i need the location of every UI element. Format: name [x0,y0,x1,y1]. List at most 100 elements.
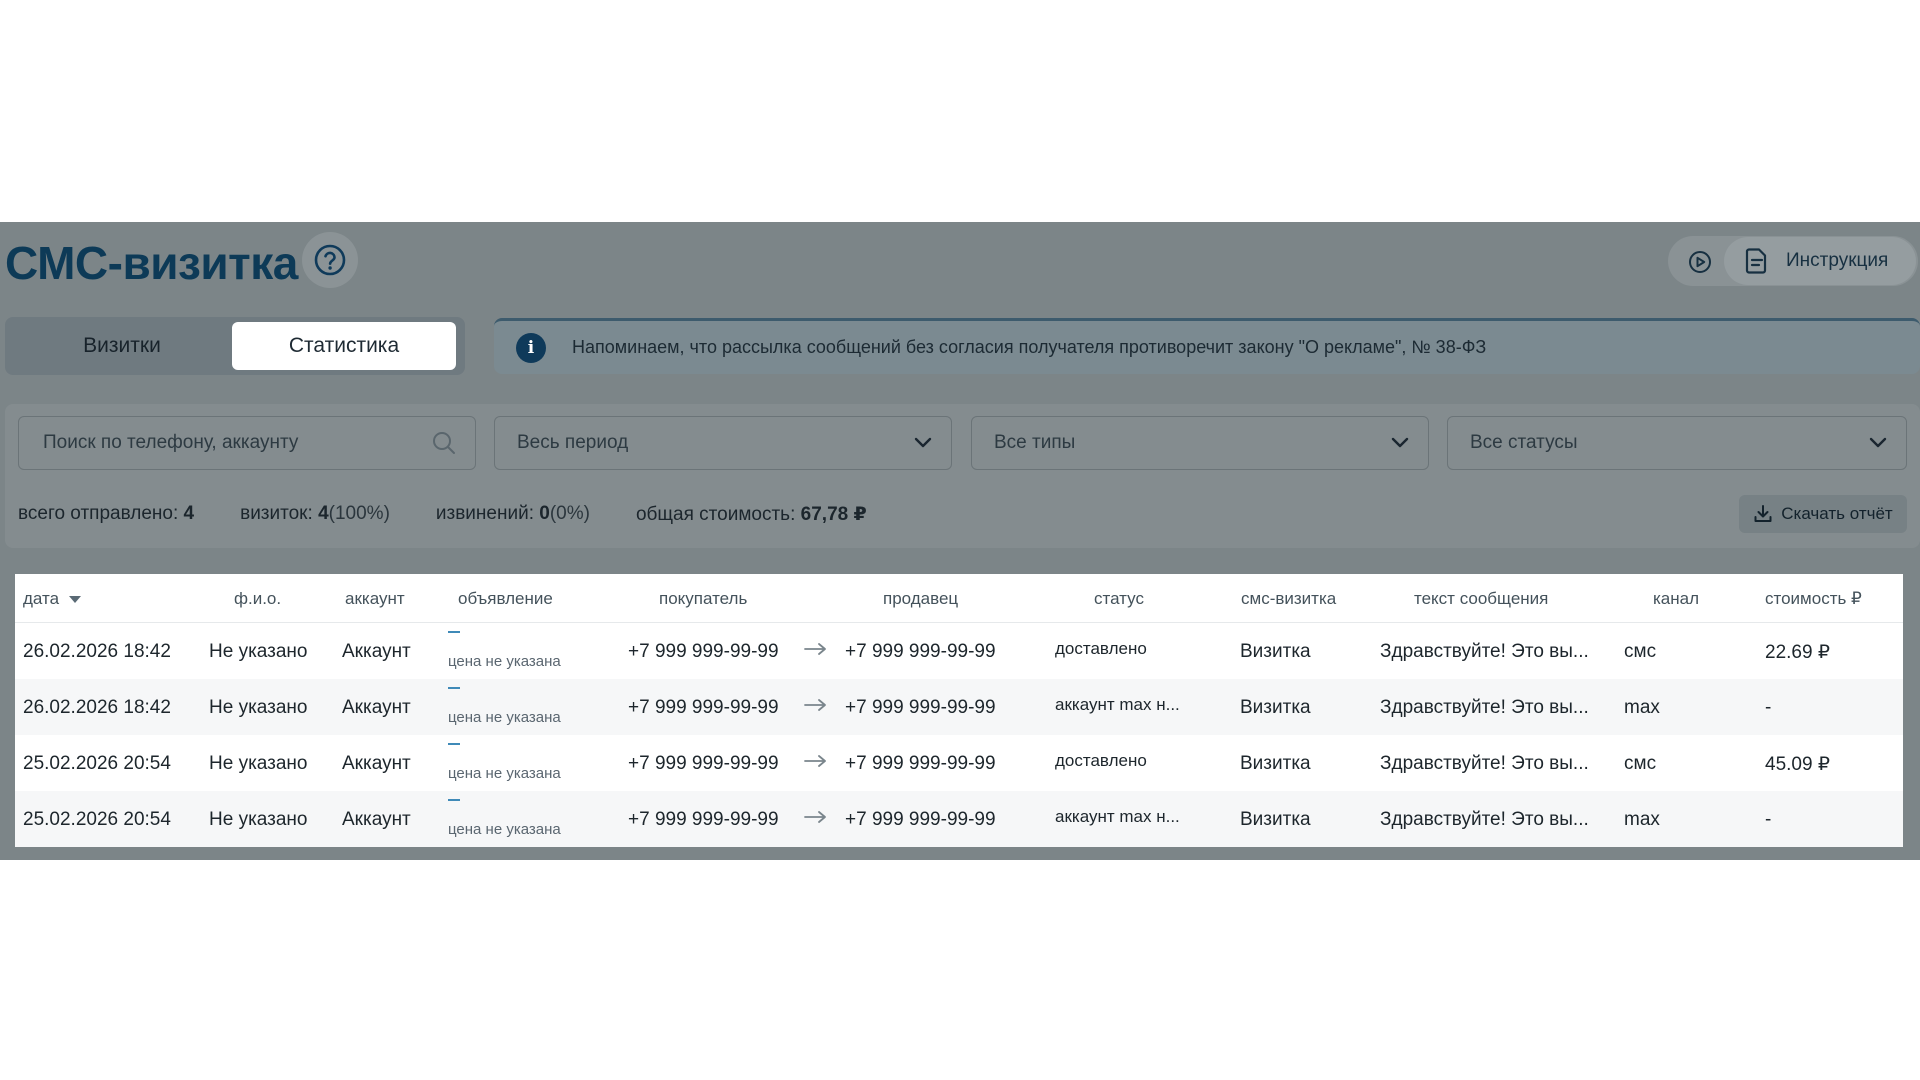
arrow-right-icon [804,643,826,655]
cell-status: аккаунт max н... [1055,695,1180,714]
column-header-name: ф.и.о. [234,589,282,608]
cell-name: Не указано [209,697,308,718]
column-header-ad: объявление [458,589,553,608]
period-value: Весь период [517,432,629,453]
cell-buyer: +7 999 999-99-99 [628,809,779,830]
column-header-buyer: покупатель [659,589,748,608]
cell-cost: 22.69 ₽ [1765,642,1830,663]
table-row[interactable]: 25.02.2026 20:54 Не указано Аккаунт цена… [15,735,1903,791]
help-button[interactable] [302,232,358,288]
cell-account: Аккаунт [342,641,411,662]
search-icon [433,432,455,454]
stats-summary: всего отправлено: 4 визиток: 4(100%) изв… [18,503,913,526]
table-header: дата ф.и.о. аккаунт объявление покупател… [15,574,1903,623]
cell-text: Здравствуйте! Это вы... [1380,809,1589,830]
cell-buyer: +7 999 999-99-99 [628,753,779,774]
cell-name: Не указано [209,809,308,830]
stat-apologies: извинений: 0(0%) [436,503,590,526]
chevron-down-icon [1391,437,1409,448]
stat-cost-value: 67,78 ₽ [800,504,867,525]
cell-channel: max [1624,809,1660,830]
ad-title-dash[interactable] [448,687,460,689]
stat-sent-label: всего отправлено: [18,503,179,524]
document-icon [1745,248,1767,274]
table-row[interactable]: 25.02.2026 20:54 Не указано Аккаунт цена… [15,791,1903,847]
cell-text: Здравствуйте! Это вы... [1380,753,1589,774]
chevron-down-icon [1869,437,1887,448]
table-row[interactable]: 26.02.2026 18:42 Не указано Аккаунт цена… [15,623,1903,679]
cell-account: Аккаунт [342,809,411,830]
cell-cost: - [1765,809,1772,830]
column-header-cost: стоимость ₽ [1765,589,1862,608]
column-header-text: текст сообщения [1414,589,1549,608]
cell-seller: +7 999 999-99-99 [845,697,996,718]
arrow-right-icon [804,755,826,767]
cell-seller: +7 999 999-99-99 [845,809,996,830]
type-value: Все типы [994,432,1076,453]
cell-buyer: +7 999 999-99-99 [628,697,779,718]
page-title: СМС-визитка [5,237,298,289]
cell-status: аккаунт max н... [1055,807,1180,826]
cell-status: доставлено [1055,751,1147,770]
info-icon: i [516,332,546,363]
type-select[interactable]: Все типы [971,416,1429,470]
cell-cost: 45.09 ₽ [1765,754,1830,775]
column-header-account: аккаунт [345,589,405,608]
ad-price: цена не указана [448,653,561,670]
stat-cards-label: визиток: [240,503,313,524]
video-button[interactable] [1684,246,1716,278]
cell-card: Визитка [1240,809,1311,830]
table-row[interactable]: 26.02.2026 18:42 Не указано Аккаунт цена… [15,679,1903,735]
stat-sent-value: 4 [183,503,195,524]
sort-desc-icon [69,596,82,604]
cell-cost: - [1765,697,1772,718]
stat-cards-value: 4 [318,503,329,524]
cell-text: Здравствуйте! Это вы... [1380,697,1589,718]
download-report-button[interactable]: Скачать отчёт [1739,495,1907,533]
ad-title-dash[interactable] [448,631,460,633]
column-header-card: смс-визитка [1241,589,1337,608]
question-icon [314,244,346,276]
cell-text: Здравствуйте! Это вы... [1380,641,1589,662]
tab-statistics[interactable]: Статистика [232,322,456,370]
stats-table: дата ф.и.о. аккаунт объявление покупател… [15,574,1903,847]
law-notice: i Напоминаем, что рассылка сообщений без… [494,318,1920,374]
ad-title-dash[interactable] [448,743,460,745]
stat-apologies-pct: (0%) [549,503,590,524]
cell-status: доставлено [1055,639,1147,658]
download-icon [1754,505,1772,522]
cell-seller: +7 999 999-99-99 [845,641,996,662]
column-header-seller: продавец [883,589,959,608]
cell-account: Аккаунт [342,753,411,774]
download-label: Скачать отчёт [1781,504,1893,523]
notice-text: Напоминаем, что рассылка сообщений без с… [572,337,1487,357]
cell-date: 26.02.2026 18:42 [23,697,171,718]
ad-title-dash[interactable] [448,799,460,801]
cell-date: 25.02.2026 20:54 [23,809,171,830]
cell-name: Не указано [209,641,308,662]
cell-channel: смс [1624,641,1657,662]
ad-price: цена не указана [448,709,561,726]
stat-cards-pct: (100%) [328,503,390,524]
cell-card: Визитка [1240,753,1311,774]
arrow-right-icon [804,811,826,823]
cell-date: 26.02.2026 18:42 [23,641,171,662]
status-select[interactable]: Все статусы [1447,416,1907,470]
tab-cards[interactable]: Визитки [10,322,234,370]
arrow-right-icon [804,699,826,711]
stat-cost: общая стоимость: 67,78 ₽ [636,503,867,526]
instruction-button[interactable]: Инструкция [1724,237,1916,285]
column-header-date[interactable]: дата [23,589,82,609]
ad-price: цена не указана [448,765,561,782]
stat-sent: всего отправлено: 4 [18,503,194,526]
instruction-label: Инструкция [1786,250,1889,271]
cell-channel: смс [1624,753,1657,774]
ad-price: цена не указана [448,821,561,838]
cell-account: Аккаунт [342,697,411,718]
period-select[interactable]: Весь период [494,416,952,470]
column-header-channel: канал [1653,589,1700,608]
search-input[interactable]: Поиск по телефону, аккаунту [18,416,476,470]
cell-seller: +7 999 999-99-99 [845,753,996,774]
chevron-down-icon [914,437,932,448]
cell-date: 25.02.2026 20:54 [23,753,171,774]
